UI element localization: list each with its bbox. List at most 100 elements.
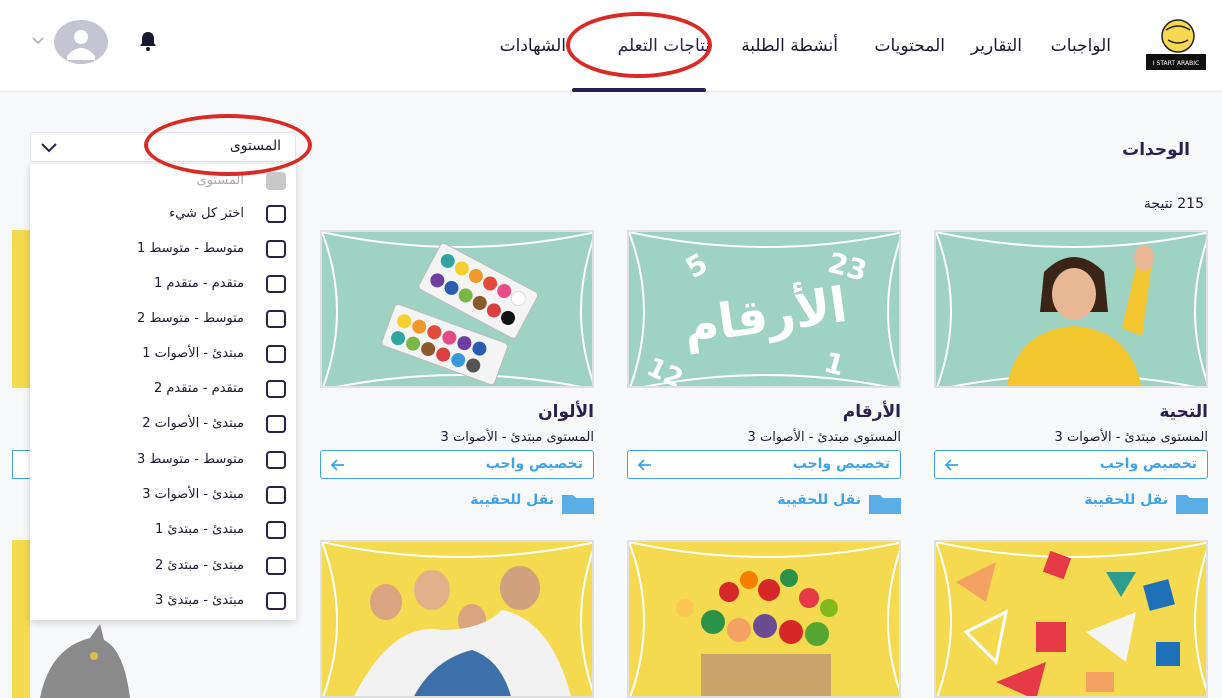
move-to-bag-link[interactable]: نقل للحقيبة: [721, 490, 901, 514]
assign-homework-label: تخصيص واجب: [485, 456, 583, 472]
nav-contents[interactable]: المحتويات: [874, 36, 945, 56]
option-label: مبتدئ - الأصوات 2: [142, 416, 244, 431]
top-navbar: I START ARABIC الواجبات التقارير المحتوي…: [0, 0, 1222, 92]
checkbox[interactable]: [266, 521, 286, 539]
checkbox[interactable]: [266, 557, 286, 575]
checkbox[interactable]: [266, 451, 286, 469]
checkbox-disabled: [266, 172, 286, 190]
option-label: مبتدئ - الأصوات 1: [142, 346, 244, 361]
folder-icon: [562, 495, 594, 514]
checkbox[interactable]: [266, 345, 286, 363]
option-label: مبتدئ - الأصوات 3: [142, 487, 244, 502]
nav-assignments[interactable]: الواجبات: [1051, 36, 1111, 56]
move-to-bag-link[interactable]: نقل للحقيبة: [1028, 490, 1208, 514]
folder-icon: [869, 495, 901, 514]
level-option[interactable]: متقدم - متقدم 1: [40, 272, 286, 298]
card-level: المستوى مبتدئ - الأصوات 3: [440, 430, 594, 445]
card-image-food[interactable]: [627, 540, 901, 698]
card-image-shapes[interactable]: [934, 540, 1208, 698]
move-to-bag-label: نقل للحقيبة: [1084, 492, 1168, 508]
level-filter-dropdown: المستوى اختر كل شيء متوسط - متوسط 1 متقد…: [30, 164, 296, 620]
checkbox[interactable]: [266, 275, 286, 293]
option-label: متقدم - متقدم 2: [153, 381, 244, 396]
option-label: متقدم - متقدم 1: [153, 276, 244, 291]
option-label: مبتدئ - مبتدئ 3: [155, 593, 244, 608]
family-image: [322, 542, 592, 696]
assign-homework-button-partial[interactable]: [12, 450, 30, 479]
level-option[interactable]: مبتدئ - الأصوات 3: [40, 483, 286, 509]
checkbox[interactable]: [266, 486, 286, 504]
level-option[interactable]: مبتدئ - الأصوات 1: [40, 342, 286, 368]
assign-homework-label: تخصيص واجب: [1099, 456, 1197, 472]
chevron-down-icon: [41, 143, 57, 153]
numbers-image: الأرقام 5 23 12 1: [629, 232, 899, 388]
checkbox[interactable]: [266, 592, 286, 610]
level-option[interactable]: مبتدئ - مبتدئ 1: [40, 518, 286, 544]
move-to-bag-link[interactable]: نقل للحقيبة: [414, 490, 594, 514]
level-filter-label: المستوى: [229, 138, 281, 154]
checkbox[interactable]: [266, 415, 286, 433]
numbers-image-n4: 1: [821, 346, 848, 383]
card-image-partial[interactable]: [12, 230, 30, 388]
card-image-greeting[interactable]: [934, 230, 1208, 388]
card-image-numbers[interactable]: الأرقام 5 23 12 1: [627, 230, 901, 388]
move-to-bag-label: نقل للحقيبة: [777, 492, 861, 508]
chevron-down-icon[interactable]: [32, 36, 44, 46]
level-filter-select[interactable]: المستوى: [30, 132, 296, 162]
level-option[interactable]: متوسط - متوسط 1: [40, 237, 286, 263]
shapes-image: [936, 542, 1206, 696]
checkbox[interactable]: [266, 240, 286, 258]
numbers-image-n3: 12: [642, 352, 687, 388]
assign-homework-button[interactable]: تخصيص واجب: [320, 450, 594, 479]
option-label: اختر كل شيء: [169, 206, 244, 221]
paint-palettes-image: [322, 232, 592, 386]
numbers-image-word: الأرقام: [680, 275, 851, 355]
assign-homework-button[interactable]: تخصيص واجب: [934, 450, 1208, 479]
arrow-left-icon: [638, 459, 651, 471]
card-image-partial[interactable]: [12, 540, 30, 698]
checkbox[interactable]: [266, 380, 286, 398]
assign-homework-label: تخصيص واجب: [792, 456, 890, 472]
nav-reports[interactable]: التقارير: [971, 36, 1022, 56]
page-title: الوحدات: [1122, 140, 1190, 160]
option-label: مبتدئ - مبتدئ 1: [155, 522, 244, 537]
option-label: مبتدئ - مبتدئ 2: [155, 558, 244, 573]
level-option-select-all[interactable]: اختر كل شيء: [40, 202, 286, 228]
card-image-colors[interactable]: [320, 230, 594, 388]
nav-student-activities[interactable]: أنشطة الطلبة: [741, 36, 838, 56]
option-label: متوسط - متوسط 1: [136, 241, 244, 256]
nav-learning-outcomes[interactable]: نتاجات التعلم: [618, 36, 710, 56]
level-option[interactable]: متوسط - متوسط 3: [40, 448, 286, 474]
food-bag-image: [629, 542, 899, 696]
cat-image-partial: [40, 624, 130, 698]
bell-icon[interactable]: [137, 30, 159, 52]
level-option[interactable]: متقدم - متقدم 2: [40, 377, 286, 403]
avatar[interactable]: [54, 20, 108, 64]
result-count: 215 نتيجة: [1143, 196, 1204, 212]
assign-homework-button[interactable]: تخصيص واجب: [627, 450, 901, 479]
card-level: المستوى مبتدئ - الأصوات 3: [747, 430, 901, 445]
option-label: متوسط - متوسط 2: [136, 311, 244, 326]
checkbox[interactable]: [266, 310, 286, 328]
card-title[interactable]: التحية: [934, 402, 1208, 422]
level-option-placeholder: المستوى: [40, 169, 286, 195]
card-title[interactable]: الأرقام: [627, 402, 901, 422]
option-label: متوسط - متوسط 3: [136, 452, 244, 467]
folder-icon: [1176, 495, 1208, 514]
nav-certificates[interactable]: الشهادات: [500, 36, 566, 56]
move-to-bag-label: نقل للحقيبة: [470, 492, 554, 508]
card-title[interactable]: الألوان: [320, 402, 594, 422]
card-image-family[interactable]: [320, 540, 594, 698]
arrow-left-icon: [945, 459, 958, 471]
active-tab-indicator: [572, 88, 706, 92]
logo-text: I START ARABIC: [1153, 60, 1199, 67]
user-icon: [67, 30, 95, 60]
girl-waving-image: [936, 232, 1206, 386]
checkbox[interactable]: [266, 205, 286, 223]
logo-icon[interactable]: I START ARABIC: [1142, 12, 1208, 72]
level-option[interactable]: مبتدئ - مبتدئ 2: [40, 554, 286, 580]
card-level: المستوى مبتدئ - الأصوات 3: [1054, 430, 1208, 445]
level-option[interactable]: مبتدئ - الأصوات 2: [40, 412, 286, 438]
level-option[interactable]: مبتدئ - مبتدئ 3: [40, 589, 286, 615]
level-option[interactable]: متوسط - متوسط 2: [40, 307, 286, 333]
